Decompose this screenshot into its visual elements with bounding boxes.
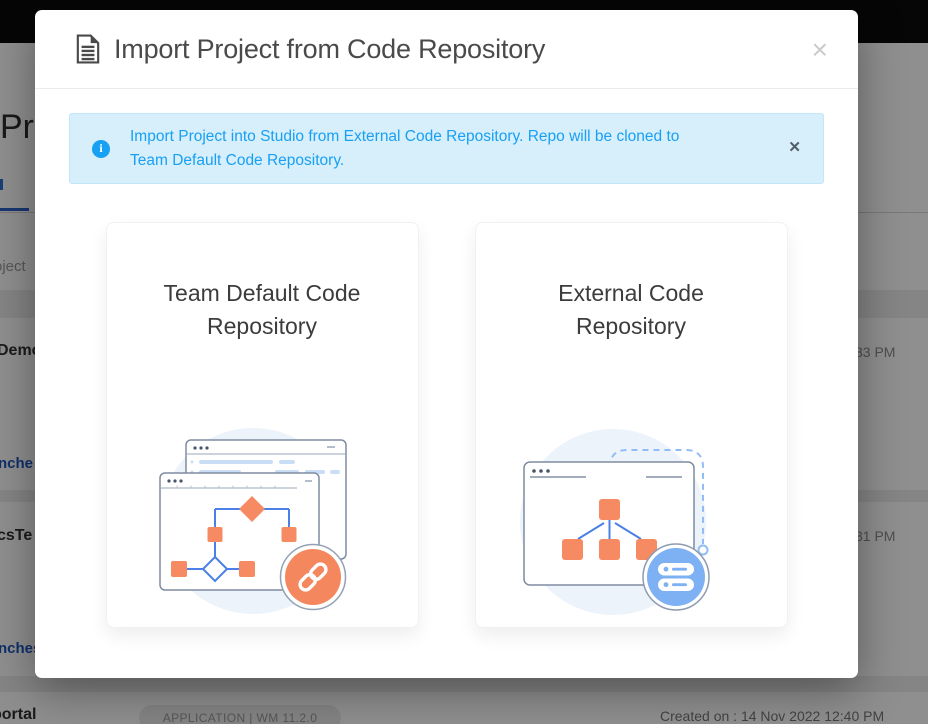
option-external-code-repository[interactable]: External Code Repository bbox=[475, 222, 788, 628]
document-icon bbox=[75, 34, 101, 64]
info-alert: i Import Project into Studio from Extern… bbox=[69, 113, 824, 184]
option-title: External Code Repository bbox=[516, 277, 746, 343]
modal-title: Import Project from Code Repository bbox=[114, 34, 545, 65]
repository-options: Team Default Code Repository bbox=[35, 222, 858, 628]
external-repo-illustration bbox=[516, 417, 746, 617]
link-badge bbox=[281, 545, 346, 610]
close-icon[interactable]: × bbox=[812, 40, 828, 60]
server-badge bbox=[643, 544, 709, 610]
option-title: Team Default Code Repository bbox=[147, 277, 377, 343]
flowchart-windows-illustration bbox=[157, 417, 367, 617]
alert-message: Import Project into Studio from External… bbox=[130, 125, 720, 173]
screen: Pro oject Demo 33 PM nche csTe 31 PM nch… bbox=[0, 0, 928, 724]
option-team-default-code-repository[interactable]: Team Default Code Repository bbox=[106, 222, 419, 628]
modal-header: Import Project from Code Repository × bbox=[35, 10, 858, 89]
import-project-modal: Import Project from Code Repository × i … bbox=[35, 10, 858, 678]
info-icon: i bbox=[92, 140, 110, 158]
alert-close-icon[interactable]: ✕ bbox=[788, 138, 801, 156]
